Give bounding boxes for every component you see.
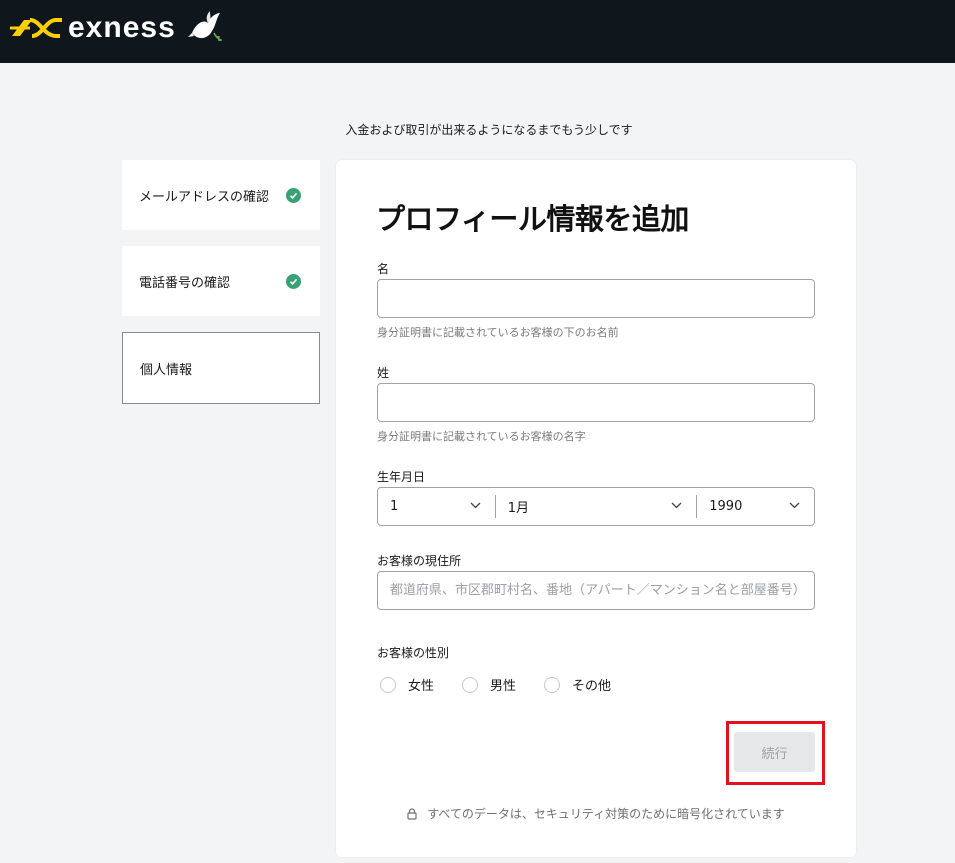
dob-month-value: 1月 [507, 501, 530, 516]
step-phone-verification[interactable]: 電話番号の確認 [122, 246, 320, 316]
brand-name: exness [68, 11, 176, 44]
dob-label: 生年月日 [377, 470, 426, 484]
dob-day-value: 1 [390, 499, 399, 514]
continue-button[interactable]: 続行 [734, 732, 815, 772]
last-name-hint: 身分証明書に記載されているお客様の名字 [377, 430, 586, 443]
address-label: お客様の現住所 [377, 554, 462, 568]
dove-icon [187, 11, 222, 41]
exness-logo-icon [10, 18, 62, 38]
dob-selector: 1 1月 1990 [377, 487, 815, 526]
gender-label: お客様の性別 [377, 646, 450, 660]
gender-option-label[interactable]: その他 [572, 675, 611, 694]
gender-radio-female[interactable] [380, 676, 396, 693]
dob-month-select[interactable]: 1月 [496, 488, 697, 525]
chevron-down-icon [671, 502, 682, 509]
first-name-hint: 身分証明書に記載されているお客様の下のお名前 [377, 326, 619, 339]
gender-option-label[interactable]: 女性 [408, 675, 434, 694]
gender-option-label[interactable]: 男性 [490, 675, 516, 694]
step-email-verification[interactable]: メールアドレスの確認 [122, 160, 320, 230]
first-name-label: 名 [377, 262, 390, 276]
check-circle-icon [286, 274, 301, 289]
chevron-down-icon [789, 502, 800, 509]
dob-year-select[interactable]: 1990 [697, 488, 814, 525]
last-name-input[interactable] [377, 383, 815, 422]
first-name-input[interactable] [377, 279, 815, 318]
last-name-label: 姓 [377, 366, 390, 380]
address-input[interactable] [377, 571, 815, 610]
security-note: すべてのデータは、セキュリティ対策のために暗号化されています [336, 805, 856, 822]
dob-year-value: 1990 [709, 499, 743, 514]
step-personal-info[interactable]: 個人情報 [122, 332, 320, 404]
dob-day-select[interactable]: 1 [378, 488, 495, 525]
step-label: 電話番号の確認 [139, 275, 231, 291]
security-note-text: すべてのデータは、セキュリティ対策のために暗号化されています [427, 807, 785, 821]
chevron-down-icon [470, 502, 481, 509]
gender-radio-other[interactable] [544, 676, 561, 693]
profile-form-card: プロフィール情報を追加 名 身分証明書に記載されているお客様の下のお名前 姓 身… [336, 160, 856, 857]
lock-icon [407, 807, 417, 820]
gender-radio-group: 女性 男性 その他 [380, 675, 639, 694]
step-label: メールアドレスの確認 [139, 189, 270, 205]
top-bar: exness [0, 0, 955, 63]
check-circle-icon [286, 188, 301, 203]
progress-tagline: 入金および取引が出来るようになるまでもう少しです [345, 123, 633, 137]
form-title: プロフィール情報を追加 [376, 202, 689, 236]
gender-radio-male[interactable] [462, 676, 479, 693]
brand-logo[interactable]: exness [10, 10, 224, 46]
step-label: 個人情報 [140, 362, 193, 378]
